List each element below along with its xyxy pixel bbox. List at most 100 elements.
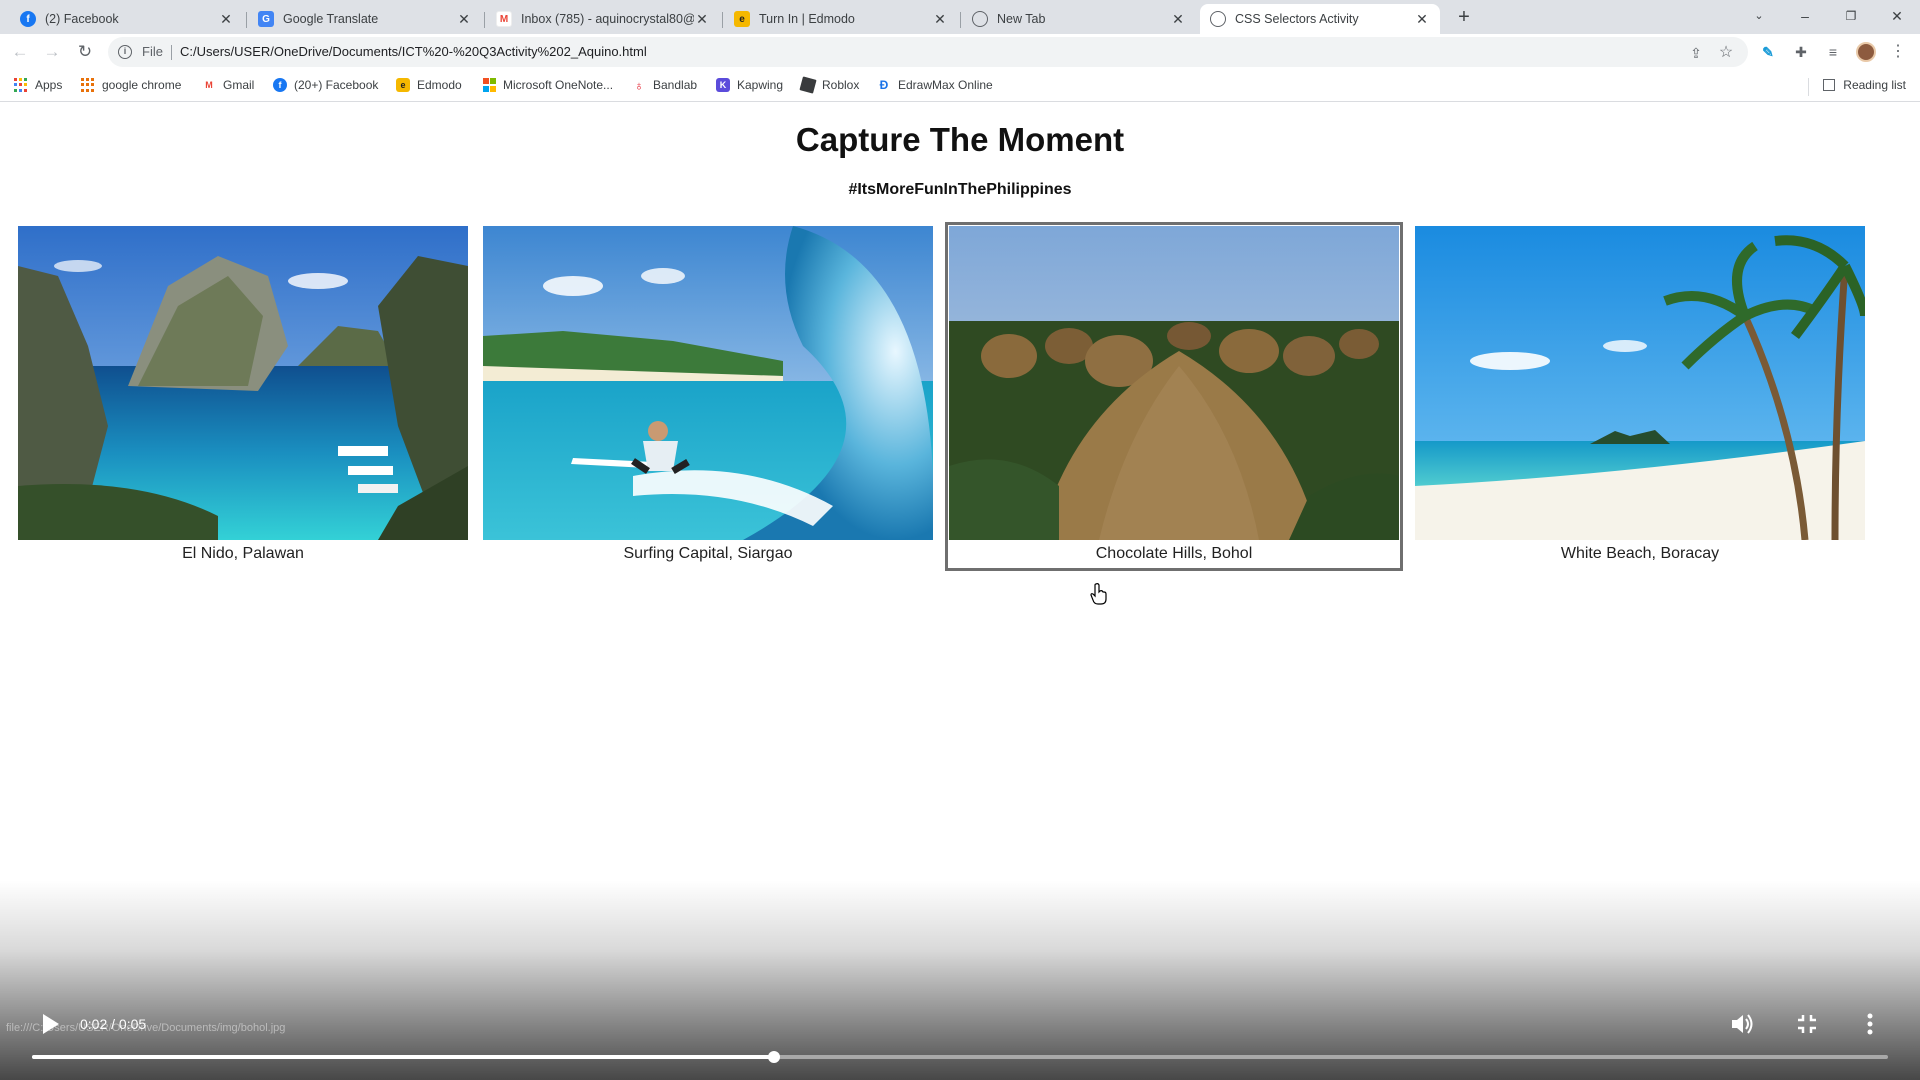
close-icon[interactable]: ✕ <box>1170 11 1186 27</box>
video-controls-gradient <box>0 880 1920 1080</box>
video-more-button[interactable] <box>1856 1010 1884 1038</box>
reading-list-icon <box>1823 79 1836 91</box>
close-icon[interactable]: ✕ <box>1414 11 1430 27</box>
apps-grid-icon <box>14 78 28 92</box>
gallery-card-el-nido[interactable]: El Nido, Palawan <box>18 226 468 563</box>
bookmark-label: Bandlab <box>653 78 698 92</box>
globe-icon <box>972 11 988 27</box>
gallery-image[interactable] <box>1415 226 1865 540</box>
bookmark-google-chrome[interactable]: google chrome <box>81 78 181 92</box>
gallery-card-siargao[interactable]: Surfing Capital, Siargao <box>483 226 933 563</box>
restore-button[interactable]: ❐ <box>1828 2 1874 30</box>
edmodo-icon: e <box>734 11 750 27</box>
bookmarks-bar: Apps google chrome M Gmail f (20+) Faceb… <box>0 70 1920 102</box>
tab-google-translate[interactable]: G Google Translate ✕ <box>248 4 482 34</box>
puzzle-icon[interactable]: ✚ <box>1791 42 1811 62</box>
bookmark-label: EdrawMax Online <box>898 78 993 92</box>
tab-separator <box>246 12 247 28</box>
url-text[interactable]: C:/Users/USER/OneDrive/Documents/ICT%20-… <box>180 44 647 59</box>
microsoft-icon <box>482 78 496 92</box>
exit-fullscreen-button[interactable] <box>1793 1010 1821 1038</box>
gmail-icon: M <box>496 11 512 27</box>
tab-new-tab[interactable]: New Tab ✕ <box>962 4 1196 34</box>
close-icon[interactable]: ✕ <box>218 11 234 27</box>
forward-button[interactable]: → <box>40 40 64 64</box>
tab-strip: f (2) Facebook ✕ G Google Translate ✕ M … <box>0 0 1920 34</box>
bookmark-kapwing[interactable]: K Kapwing <box>716 78 783 92</box>
tab-title: New Tab <box>997 12 1046 26</box>
globe-icon <box>1210 11 1226 27</box>
bookmark-facebook[interactable]: f (20+) Facebook <box>273 78 378 92</box>
tab-title: CSS Selectors Activity <box>1235 12 1359 26</box>
reload-button[interactable]: ↻ <box>73 40 97 64</box>
tab-css-selectors-activity[interactable]: CSS Selectors Activity ✕ <box>1200 4 1440 34</box>
bookmark-label: (20+) Facebook <box>294 78 379 92</box>
close-icon[interactable]: ✕ <box>456 11 472 27</box>
info-icon[interactable]: i <box>118 45 132 59</box>
bookmark-star-icon[interactable]: ☆ <box>1716 43 1736 63</box>
image-caption: Surfing Capital, Siargao <box>623 545 793 562</box>
edrawmax-icon: Ð <box>877 78 891 92</box>
gmail-icon: M <box>202 78 216 92</box>
media-control-icon[interactable]: ≡ <box>1823 42 1843 62</box>
close-window-button[interactable]: ✕ <box>1874 2 1920 30</box>
tab-gmail[interactable]: M Inbox (785) - aquinocrystal80@g ✕ <box>486 4 720 34</box>
close-icon[interactable]: ✕ <box>694 11 710 27</box>
tab-title: Turn In | Edmodo <box>759 12 855 26</box>
gallery-card-chocolate-hills[interactable]: Chocolate Hills, Bohol <box>945 222 1403 571</box>
new-tab-button[interactable]: + <box>1452 6 1476 30</box>
tab-title: Inbox (785) - aquinocrystal80@g <box>521 12 694 26</box>
page-title: Capture The Moment <box>795 121 1125 158</box>
roblox-icon <box>799 76 817 94</box>
back-button[interactable]: ← <box>8 40 32 64</box>
video-progress-bar[interactable] <box>32 1051 1888 1063</box>
bookmark-label: Roblox <box>822 78 860 92</box>
extension-icon[interactable]: ✎ <box>1758 42 1778 62</box>
profile-avatar[interactable] <box>1856 42 1876 62</box>
minimize-button[interactable]: – <box>1782 2 1828 30</box>
bookmark-apps[interactable]: Apps <box>14 78 62 92</box>
video-time: 0:02 / 0:05 <box>80 1016 147 1032</box>
hand-cursor-icon <box>1090 583 1107 605</box>
gallery-image[interactable] <box>949 226 1399 540</box>
tab-title: (2) Facebook <box>45 12 119 26</box>
gallery-card-boracay[interactable]: White Beach, Boracay <box>1415 226 1865 563</box>
more-menu-icon[interactable]: ⋮ <box>1888 42 1908 62</box>
image-caption: El Nido, Palawan <box>182 545 304 562</box>
toolbar: ← → ↻ i File C:/Users/USER/OneDrive/Docu… <box>0 34 1920 70</box>
tab-separator <box>960 12 961 28</box>
exit-fullscreen-icon <box>1798 1015 1816 1033</box>
bookmark-label: Kapwing <box>737 78 784 92</box>
translate-icon: G <box>258 11 274 27</box>
tab-separator <box>484 12 485 28</box>
kapwing-icon: K <box>716 78 730 92</box>
scheme-separator <box>171 45 172 60</box>
edmodo-icon: e <box>396 78 410 92</box>
bookmark-label: Microsoft OneNote... <box>503 78 614 92</box>
close-icon[interactable]: ✕ <box>932 11 948 27</box>
scheme-label: File <box>142 44 163 59</box>
video-progress-fill <box>32 1055 775 1059</box>
tab-facebook[interactable]: f (2) Facebook ✕ <box>10 4 244 34</box>
apps-grid-icon <box>81 78 95 92</box>
bookmark-edrawmax[interactable]: Ð EdrawMax Online <box>877 78 993 92</box>
image-caption: Chocolate Hills, Bohol <box>1095 545 1253 562</box>
play-button[interactable] <box>38 1012 62 1036</box>
volume-button[interactable] <box>1728 1010 1756 1038</box>
page-subtitle: #ItsMoreFunInThePhilippines <box>848 181 1072 198</box>
reading-list-button[interactable]: Reading list <box>1823 78 1906 92</box>
bookmark-bandlab[interactable]: ♁ Bandlab <box>632 78 698 93</box>
gallery-image[interactable] <box>483 226 933 540</box>
bookmark-edmodo[interactable]: e Edmodo <box>396 78 462 92</box>
bookmark-microsoft-onenote[interactable]: Microsoft OneNote... <box>482 78 613 92</box>
tab-edmodo[interactable]: e Turn In | Edmodo ✕ <box>724 4 958 34</box>
bookmark-gmail[interactable]: M Gmail <box>202 78 254 92</box>
image-caption: White Beach, Boracay <box>1560 545 1720 562</box>
share-icon[interactable]: ⇪ <box>1686 43 1706 63</box>
gallery-image[interactable] <box>18 226 468 540</box>
play-icon <box>43 1014 59 1034</box>
bookmark-label: Edmodo <box>417 78 462 92</box>
address-bar[interactable]: i File C:/Users/USER/OneDrive/Documents/… <box>108 37 1748 67</box>
tab-search-button[interactable]: ⌄ <box>1736 2 1782 30</box>
bookmark-roblox[interactable]: Roblox <box>799 76 860 94</box>
